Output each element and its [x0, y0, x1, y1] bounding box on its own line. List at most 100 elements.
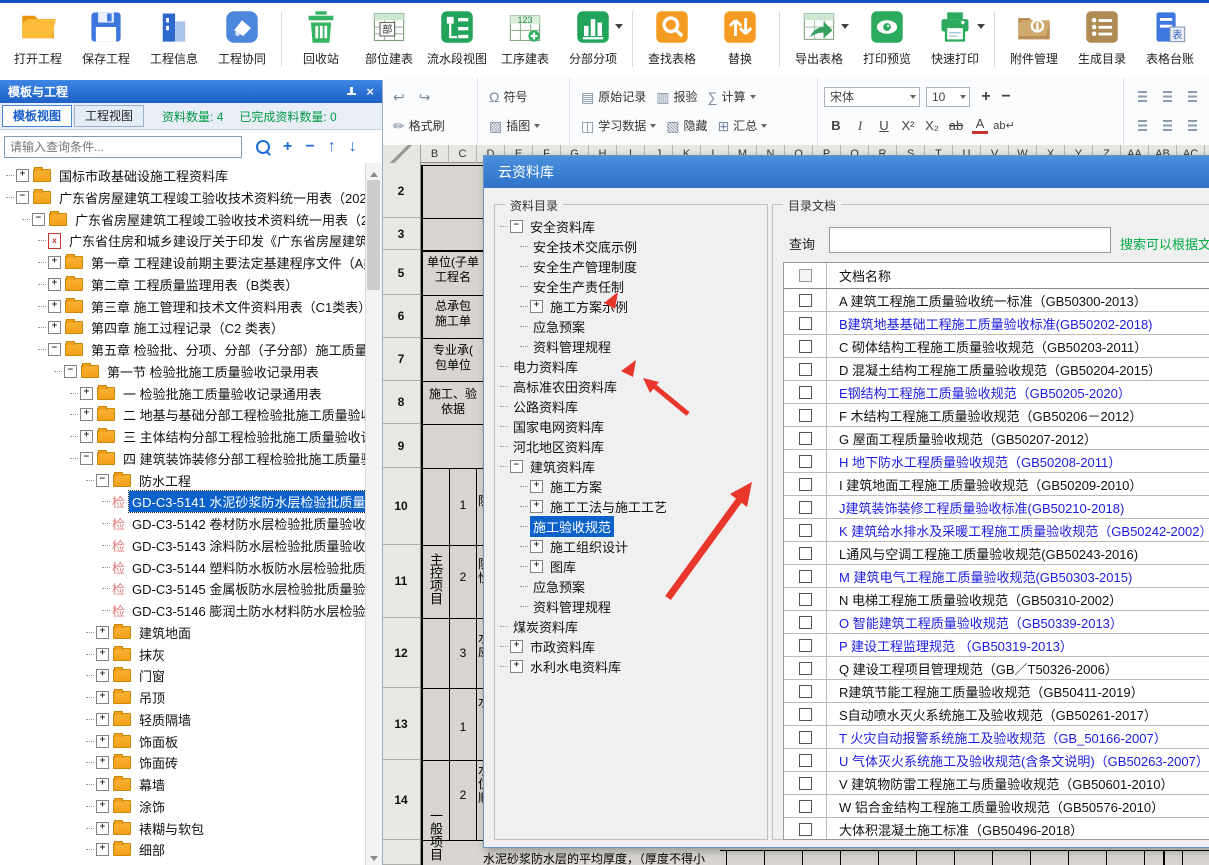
- tree-item[interactable]: +三 主体结构分部工程检验批施工质量验收记录: [70, 426, 366, 447]
- find-table-button[interactable]: 查找表格: [638, 9, 706, 67]
- tree-item[interactable]: 检GD-C3-5144 塑料防水板防水层检验批质: [102, 557, 366, 578]
- original-record-button[interactable]: ▤原始记录: [576, 86, 651, 107]
- doc-row[interactable]: D 混凝土结构工程施工质量验收规范（GB50204-2015）: [784, 358, 1209, 381]
- doc-checkbox[interactable]: [799, 386, 812, 399]
- doc-row[interactable]: G 屋面工程质量验收规范（GB50207-2012）: [784, 427, 1209, 450]
- sub-item-button[interactable]: 分部分项: [559, 9, 627, 67]
- doc-checkbox[interactable]: [799, 731, 812, 744]
- doc-row[interactable]: J建筑装饰装修工程质量验收标准(GB50210-2018): [784, 496, 1209, 519]
- collapse-icon[interactable]: −: [16, 191, 29, 204]
- doc-checkbox[interactable]: [799, 455, 812, 468]
- doc-checkbox[interactable]: [799, 777, 812, 790]
- expand-icon[interactable]: +: [80, 430, 93, 443]
- expand-icon[interactable]: +: [48, 278, 61, 291]
- font-family-select[interactable]: 宋体: [824, 87, 920, 107]
- insert-illustration-button[interactable]: ▨插图: [484, 115, 545, 136]
- catalog-tree-item[interactable]: 安全生产责任制: [520, 276, 627, 296]
- doc-checkbox[interactable]: [799, 616, 812, 629]
- move-up-icon[interactable]: ↑: [328, 139, 336, 155]
- tree-item[interactable]: +细部: [86, 839, 366, 860]
- catalog-tree-item[interactable]: 河北地区资料库: [500, 436, 607, 456]
- doc-link[interactable]: E钢结构工程施工质量验收规范（GB50205-2020）: [827, 383, 1209, 402]
- doc-checkbox[interactable]: [799, 409, 812, 422]
- doc-row[interactable]: H 地下防水工程质量验收规范（GB50208-2011）: [784, 450, 1209, 473]
- catalog-tree-item[interactable]: −建筑资料库: [500, 456, 598, 476]
- catalog-tree-item[interactable]: +施工组织设计: [520, 536, 631, 556]
- doc-checkbox[interactable]: [799, 639, 812, 652]
- tree-item[interactable]: −四 建筑装饰装修分部工程检验批施工质量验收: [70, 448, 366, 469]
- catalog-tree-item[interactable]: 国家电网资料库: [500, 416, 607, 436]
- tree-item[interactable]: +轻质隔墙: [86, 709, 366, 730]
- doc-row[interactable]: M 建筑电气工程施工质量验收规范(GB50303-2015): [784, 565, 1209, 588]
- doc-row[interactable]: E钢结构工程施工质量验收规范（GB50205-2020）: [784, 381, 1209, 404]
- increase-font-button[interactable]: +: [976, 88, 996, 106]
- wrap-text-button[interactable]: ab↵: [992, 119, 1016, 132]
- tab-template-view[interactable]: 模板视图: [2, 105, 72, 127]
- undo-button[interactable]: ↩: [388, 88, 414, 106]
- process-table-button[interactable]: 123工序建表: [491, 9, 559, 67]
- doc-row[interactable]: O 智能建筑工程质量验收规范（GB50339-2013）: [784, 611, 1209, 634]
- tree-item[interactable]: 检GD-C3-5145 金属板防水层检验批质量验: [102, 578, 366, 599]
- doc-link[interactable]: T 火灾自动报警系统施工及验收规范（GB_50166-2007）: [827, 728, 1209, 747]
- tree-item[interactable]: +二 地基与基础分部工程检验批施工质量验收记: [70, 404, 366, 425]
- doc-row[interactable]: B建筑地基基础工程施工质量验收标准(GB50202-2018): [784, 312, 1209, 335]
- dropdown-caret-icon[interactable]: [841, 24, 849, 33]
- hide-button[interactable]: ▧隐藏: [661, 115, 712, 136]
- superscript-button[interactable]: X²: [896, 118, 920, 133]
- tree-item[interactable]: +第四章 施工过程记录（C2 类表）: [38, 317, 366, 338]
- tree-item[interactable]: −第一节 检验批施工质量验收记录用表: [54, 361, 366, 382]
- expand-icon[interactable]: +: [96, 778, 109, 791]
- expand-icon[interactable]: +: [96, 669, 109, 682]
- project-collaboration-button[interactable]: 工程协同: [208, 9, 276, 67]
- tree-item[interactable]: +一 检验批施工质量验收记录通用表: [70, 383, 366, 404]
- decrease-font-button[interactable]: −: [996, 88, 1016, 106]
- tree-item[interactable]: +国标市政基础设施工程资料库: [6, 165, 366, 186]
- close-icon[interactable]: ×: [366, 85, 374, 98]
- attachment-manager-button[interactable]: 附件管理: [1000, 9, 1068, 67]
- search-input[interactable]: [4, 136, 242, 158]
- tree-item[interactable]: 检GD-C3-5146 膨润土防水材料防水层检验: [102, 600, 366, 621]
- valign-middle-button[interactable]: [1163, 91, 1172, 102]
- expand-icon[interactable]: +: [530, 480, 543, 493]
- doc-checkbox[interactable]: [799, 294, 812, 307]
- expand-icon[interactable]: +: [16, 169, 29, 182]
- expand-icon[interactable]: +: [48, 256, 61, 269]
- doc-row[interactable]: K 建筑给水排水及采暖工程施工质量验收规范（GB50242-2002）: [784, 519, 1209, 542]
- move-down-icon[interactable]: ↓: [349, 139, 357, 155]
- query-input[interactable]: [829, 227, 1111, 253]
- doc-checkbox[interactable]: [799, 547, 812, 560]
- pin-icon[interactable]: [347, 87, 356, 97]
- tree-item[interactable]: +建筑地面: [86, 622, 366, 643]
- doc-row[interactable]: P 建设工程监理规范 （GB50319-2013）: [784, 634, 1209, 657]
- tree-item[interactable]: +饰面板: [86, 731, 366, 752]
- doc-link[interactable]: O 智能建筑工程质量验收规范（GB50339-2013）: [827, 613, 1209, 632]
- catalog-tree-item[interactable]: +施工方案: [520, 476, 605, 496]
- expand-icon[interactable]: +: [80, 408, 93, 421]
- recycle-bin-button[interactable]: 回收站: [287, 9, 355, 67]
- doc-checkbox[interactable]: [799, 708, 812, 721]
- halign-left-button[interactable]: [1138, 120, 1147, 131]
- catalog-tree-item[interactable]: 应急预案: [520, 316, 588, 336]
- expand-icon[interactable]: +: [80, 387, 93, 400]
- doc-row[interactable]: R建筑节能工程施工质量验收规范（GB50411-2019）: [784, 680, 1209, 703]
- strikethrough-button[interactable]: ab: [944, 118, 968, 133]
- catalog-tree-item[interactable]: 资料管理规程: [520, 596, 614, 616]
- doc-row[interactable]: U 气体灭火系统施工及验收规范(含条文说明)（GB50263-2007）: [784, 749, 1209, 772]
- learning-data-button[interactable]: ◫学习数据: [576, 115, 661, 136]
- scrollbar-thumb[interactable]: [367, 180, 380, 290]
- tree-item[interactable]: +涂饰: [86, 796, 366, 817]
- doc-checkbox[interactable]: [799, 478, 812, 491]
- halign-right-button[interactable]: [1188, 120, 1197, 131]
- expand-icon[interactable]: +: [96, 756, 109, 769]
- tree-item[interactable]: +抹灰: [86, 644, 366, 665]
- add-icon[interactable]: +: [283, 139, 292, 155]
- tree-item[interactable]: +饰面砖: [86, 752, 366, 773]
- valign-bottom-button[interactable]: [1188, 91, 1197, 102]
- expand-icon[interactable]: +: [530, 500, 543, 513]
- catalog-tree-item[interactable]: 安全技术交底示例: [520, 236, 640, 256]
- doc-link[interactable]: K 建筑给水排水及采暖工程施工质量验收规范（GB50242-2002）: [827, 521, 1209, 540]
- replace-button[interactable]: 替换: [706, 9, 774, 67]
- expand-icon[interactable]: +: [96, 822, 109, 835]
- doc-row[interactable]: W 铝合金结构工程施工质量验收规范（GB50576-2010）: [784, 795, 1209, 818]
- tree-item[interactable]: x广东省住房和城乡建设厅关于印发《广东省房屋建筑工: [38, 230, 366, 251]
